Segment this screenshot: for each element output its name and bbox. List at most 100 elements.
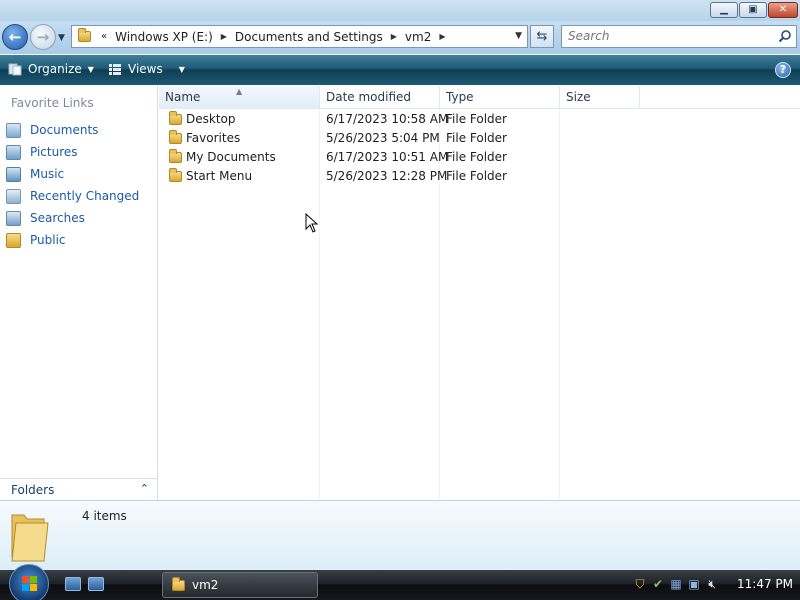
chevron-down-icon: ▼ xyxy=(87,64,94,74)
views-label: Views xyxy=(128,62,163,76)
column-header-date-modified[interactable]: Date modified xyxy=(320,86,440,109)
search-placeholder: Search xyxy=(568,29,610,43)
column-header-type[interactable]: Type xyxy=(440,86,560,109)
command-bar: Organize ▼ Views ▼ ? xyxy=(0,55,800,85)
display-icon[interactable]: ▣ xyxy=(686,576,702,592)
refresh-button[interactable]: ⇆ xyxy=(530,25,554,48)
file-name-cell[interactable]: My Documents xyxy=(169,148,276,164)
date-modified-cell: 6/17/2023 10:51 AM xyxy=(326,150,449,164)
favorites-folder-icon xyxy=(169,129,182,144)
folder-icon xyxy=(169,110,182,125)
type-cell: File Folder xyxy=(446,131,507,145)
searches-icon xyxy=(6,210,21,226)
type-cell: File Folder xyxy=(446,169,507,183)
table-row[interactable]: Start Menu 5/26/2023 12:28 PM File Folde… xyxy=(159,167,800,186)
views-icon xyxy=(109,64,121,75)
pictures-icon xyxy=(6,144,21,160)
breadcrumb-drive[interactable]: Windows XP (E:) xyxy=(115,30,213,44)
windows-logo-icon xyxy=(22,576,37,591)
favorite-links-heading: Favorite Links xyxy=(11,96,94,110)
chevron-up-icon: ⌃ xyxy=(139,482,149,495)
volume-muted-icon[interactable]: 🔇︎ xyxy=(704,576,720,592)
minimize-button[interactable]: ▁ xyxy=(710,2,738,18)
date-modified-cell: 6/17/2023 10:58 AM xyxy=(326,112,449,126)
nav-item-recently-changed[interactable]: Recently Changed xyxy=(6,185,139,207)
table-row[interactable]: Favorites 5/26/2023 5:04 PM File Folder xyxy=(159,129,800,148)
address-dropdown-icon[interactable]: ▼ xyxy=(515,31,522,41)
nav-item-label: Music xyxy=(30,167,65,181)
address-row: ← → ▼ « Windows XP (E:) ▶ Documents and … xyxy=(0,21,800,54)
file-name: Desktop xyxy=(186,112,236,126)
views-button[interactable]: Views ▼ xyxy=(108,62,185,76)
column-header-label: Type xyxy=(446,90,474,104)
documents-icon xyxy=(6,122,21,138)
recent-pages-dropdown[interactable]: ▼ xyxy=(58,33,65,43)
breadcrumb-documents-and-settings[interactable]: Documents and Settings xyxy=(235,30,383,44)
refresh-icon: ⇆ xyxy=(536,29,548,44)
forward-arrow-icon: → xyxy=(36,28,50,46)
column-header-label: Size xyxy=(566,90,591,104)
switch-windows-icon[interactable] xyxy=(88,577,104,591)
breadcrumb-chevron-icon[interactable]: ▶ xyxy=(391,32,397,41)
navigation-pane: Favorite Links Documents Pictures Music … xyxy=(0,86,158,500)
maximize-button[interactable]: ▣ xyxy=(739,2,767,18)
organize-button[interactable]: Organize ▼ xyxy=(8,62,94,76)
nav-item-searches[interactable]: Searches xyxy=(6,207,139,229)
help-button[interactable]: ? xyxy=(775,62,791,78)
nav-item-music[interactable]: Music xyxy=(6,163,139,185)
table-row[interactable]: Desktop 6/17/2023 10:58 AM File Folder xyxy=(159,110,800,129)
breadcrumb-vm2[interactable]: vm2 xyxy=(405,30,431,44)
file-name: Start Menu xyxy=(186,169,253,183)
search-input[interactable]: Search xyxy=(561,25,797,48)
breadcrumb-overflow[interactable]: « xyxy=(101,31,107,42)
breadcrumb-chevron-icon[interactable]: ▶ xyxy=(221,32,227,41)
breadcrumb-chevron-icon[interactable]: ▶ xyxy=(439,32,445,41)
file-name: My Documents xyxy=(186,150,276,164)
type-cell: File Folder xyxy=(446,150,507,164)
type-cell: File Folder xyxy=(446,112,507,126)
taskbar-item-vm2[interactable]: vm2 xyxy=(162,572,318,598)
file-name-cell[interactable]: Start Menu xyxy=(169,167,253,183)
date-modified-cell: 5/26/2023 5:04 PM xyxy=(326,131,440,145)
nav-item-label: Pictures xyxy=(30,145,78,159)
nav-item-label: Recently Changed xyxy=(30,189,140,203)
maximize-icon: ▣ xyxy=(748,4,758,15)
table-row[interactable]: My Documents 6/17/2023 10:51 AM File Fol… xyxy=(159,148,800,167)
address-bar[interactable]: « Windows XP (E:) ▶ Documents and Settin… xyxy=(71,25,528,48)
search-icon[interactable] xyxy=(778,29,792,43)
folder-icon xyxy=(6,232,21,248)
nav-item-label: Documents xyxy=(30,123,99,137)
item-count: 4 items xyxy=(82,509,127,523)
file-rows: Desktop 6/17/2023 10:58 AM File Folder F… xyxy=(159,110,800,186)
show-desktop-icon[interactable] xyxy=(65,577,81,591)
nav-item-pictures[interactable]: Pictures xyxy=(6,141,139,163)
nav-item-label: Searches xyxy=(30,211,85,225)
file-name-cell[interactable]: Favorites xyxy=(169,129,241,145)
column-header-row: ▲ Name Date modified Type Size xyxy=(159,86,800,109)
windows-defender-icon[interactable]: ✔ xyxy=(650,576,666,592)
chevron-down-icon: ▼ xyxy=(178,64,185,74)
column-header-name[interactable]: ▲ Name xyxy=(159,86,320,109)
back-button[interactable]: ← xyxy=(2,24,28,50)
clock[interactable]: 11:47 PM xyxy=(737,577,793,591)
organize-icon xyxy=(8,63,22,76)
file-name: Favorites xyxy=(186,131,241,145)
help-icon: ? xyxy=(779,63,787,76)
close-button[interactable]: ✕ xyxy=(768,2,798,18)
column-header-label: Date modified xyxy=(326,90,412,104)
recently-changed-icon xyxy=(6,188,21,204)
file-name-cell[interactable]: Desktop xyxy=(169,110,236,126)
folders-label: Folders xyxy=(11,482,55,497)
title-bar: ▁ ▣ ✕ xyxy=(0,0,800,21)
folders-toggle[interactable]: Folders ⌃ xyxy=(0,478,157,500)
back-arrow-icon: ← xyxy=(8,28,22,46)
forward-button[interactable]: → xyxy=(30,24,56,50)
start-button[interactable] xyxy=(9,564,49,600)
security-shield-icon[interactable]: ⛉ xyxy=(632,576,648,592)
nav-item-documents[interactable]: Documents xyxy=(6,119,139,141)
network-icon[interactable]: ▦ xyxy=(668,576,684,592)
favorite-links-list: Documents Pictures Music Recently Change… xyxy=(6,119,139,251)
nav-item-label: Public xyxy=(30,233,66,247)
nav-item-public[interactable]: Public xyxy=(6,229,139,251)
column-header-size[interactable]: Size xyxy=(560,86,640,109)
